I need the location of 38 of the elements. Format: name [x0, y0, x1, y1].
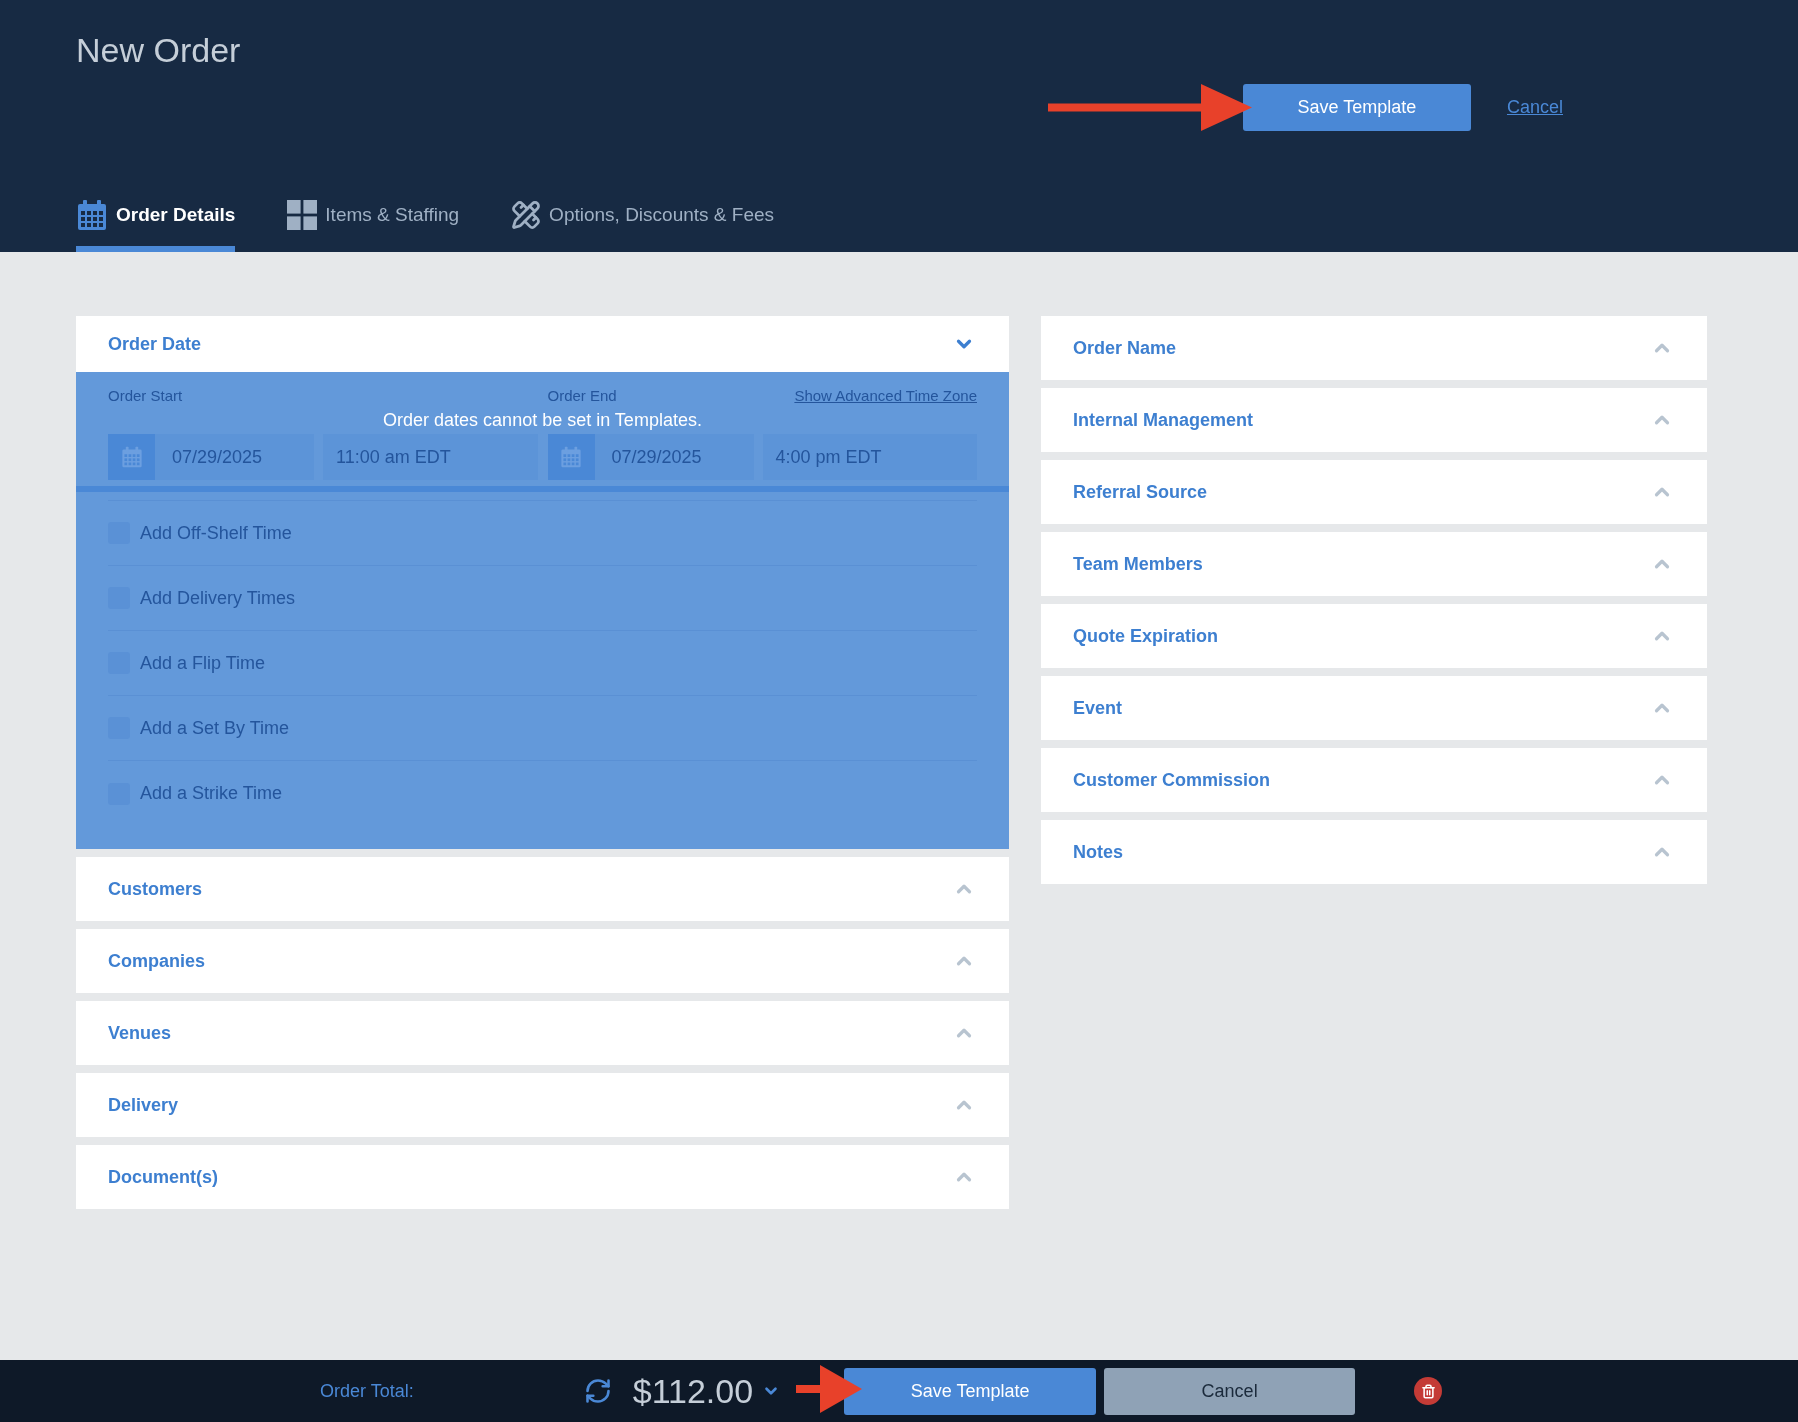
accordion-header[interactable]: Delivery [76, 1073, 1009, 1137]
accordion-header[interactable]: Internal Management [1041, 388, 1707, 452]
accordion-header[interactable]: Customers [76, 857, 1009, 921]
accordion-header[interactable]: Companies [76, 929, 1009, 993]
field-label: Order End [547, 386, 617, 406]
save-template-button[interactable]: Save Template [844, 1367, 1097, 1415]
total-label: Order Total: [320, 1379, 414, 1403]
option-label: Add Delivery Times [140, 586, 296, 610]
save-template-button[interactable]: Save Template [1242, 84, 1471, 131]
grid-icon [287, 200, 318, 230]
cancel-button[interactable]: Cancel [1104, 1367, 1356, 1415]
field-label: Order Start [108, 386, 183, 406]
annotation-arrow [796, 1365, 862, 1413]
accordion-header[interactable]: Team Members [1041, 532, 1707, 596]
option-label: Add a Strike Time [140, 782, 283, 805]
cancel-link[interactable]: Cancel [1506, 94, 1563, 121]
tab[interactable]: Items & Staffing [287, 184, 460, 252]
option-label: Add a Flip Time [140, 651, 266, 675]
calendar-icon [120, 446, 143, 468]
accordion-header[interactable]: Customer Commission [1041, 748, 1707, 812]
page-title: New Order [76, 30, 241, 71]
trash-icon[interactable] [1414, 1377, 1443, 1405]
refresh-icon[interactable] [583, 1377, 612, 1405]
pencil-ruler-icon [511, 200, 542, 230]
accordion-header[interactable]: Document(s) [76, 1145, 1009, 1209]
locked-message: Order dates cannot be set in Templates. [383, 409, 702, 431]
option-label: Add a Set By Time [140, 716, 290, 740]
calendar-icon [76, 199, 108, 231]
calendar-icon [560, 446, 582, 468]
accordion-header[interactable]: Order Name [1041, 316, 1707, 380]
accordion-header[interactable]: Referral Source [1041, 460, 1707, 524]
tab[interactable]: Options, Discounts & Fees [511, 184, 775, 252]
option-label: Add Off-Shelf Time [140, 521, 292, 545]
accordion-header[interactable]: Venues [76, 1001, 1009, 1065]
accordion-header[interactable]: Notes [1041, 820, 1707, 884]
accordion-header[interactable]: Event [1041, 676, 1707, 740]
accordion-header[interactable]: Quote Expiration [1041, 604, 1707, 668]
order-total: $112.00 [632, 1371, 754, 1411]
